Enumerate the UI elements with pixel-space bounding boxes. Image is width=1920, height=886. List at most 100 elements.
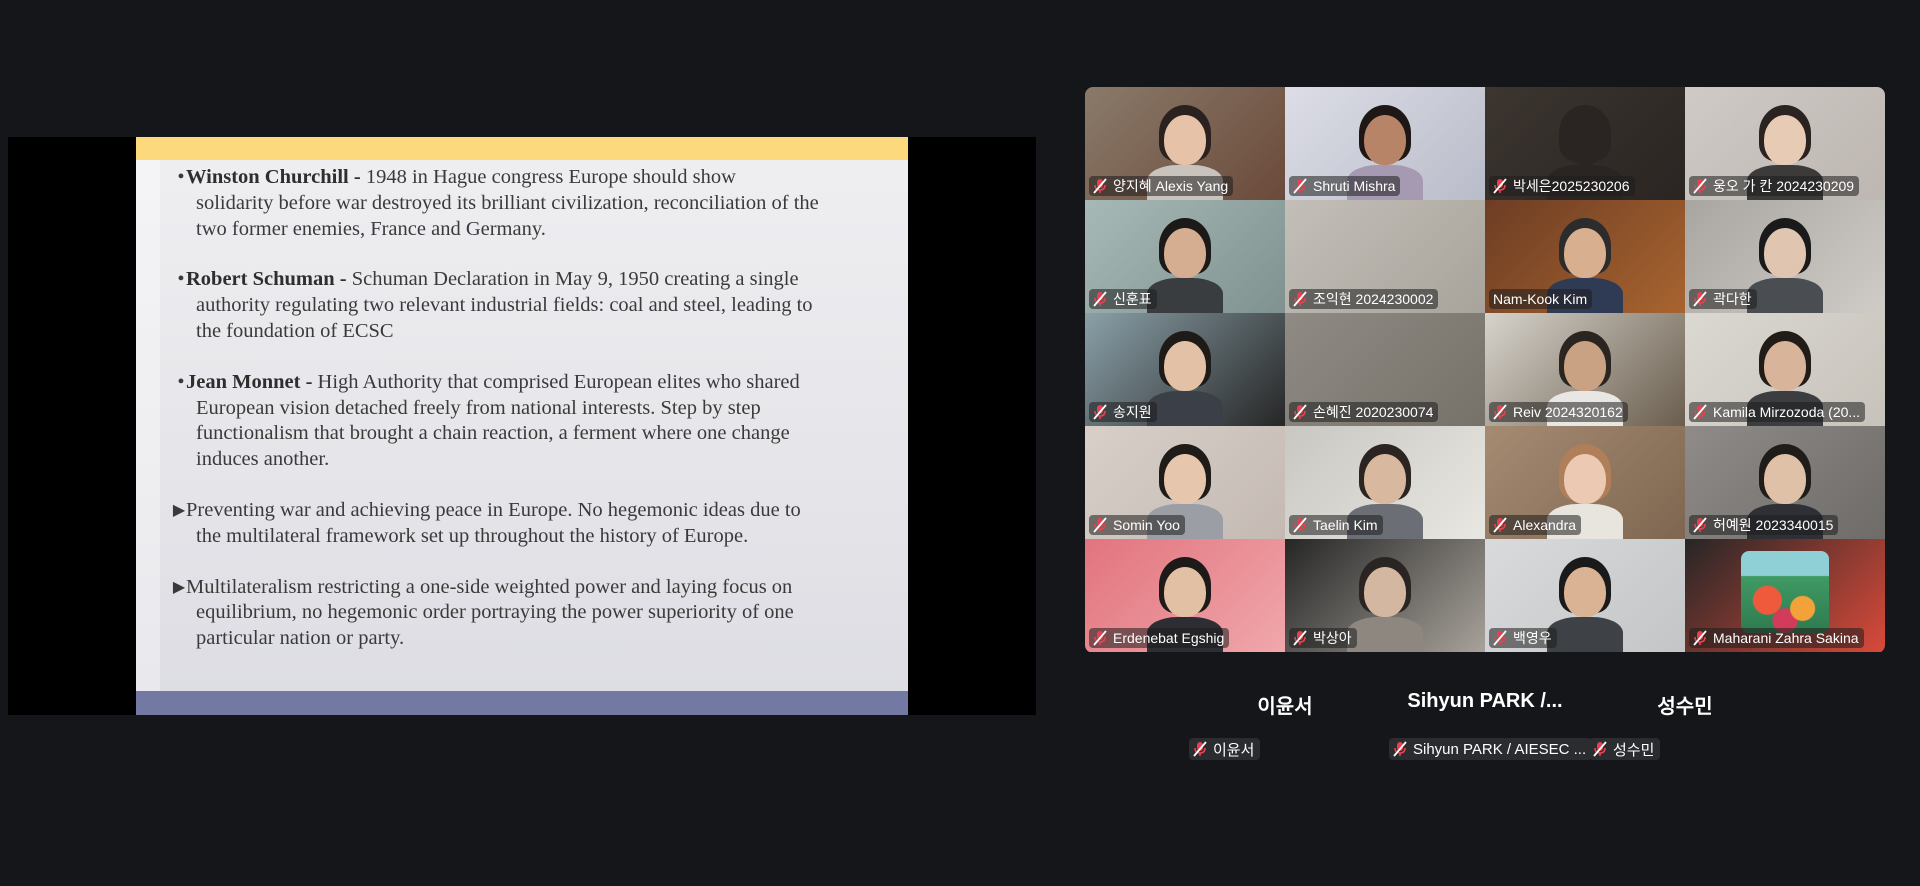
participant-nameplate: 양지혜 Alexis Yang bbox=[1089, 176, 1234, 196]
participant-name: 허예원 2023340015 bbox=[1713, 517, 1834, 533]
participant-name: 손혜진 2020230074 bbox=[1313, 404, 1434, 420]
dot-bullet-icon: • bbox=[177, 166, 185, 188]
slide-bullet: ▶ Multilateralism restricting a one-side … bbox=[156, 575, 900, 652]
participant-video-tile[interactable]: 손혜진 2020230074 bbox=[1285, 313, 1485, 426]
audio-tag-label: 이윤서 bbox=[1213, 741, 1255, 759]
slide-text-line: Multilateralism restricting a one-side w… bbox=[186, 575, 793, 598]
participant-nameplate: Alexandra bbox=[1489, 515, 1582, 535]
participant-nameplate: Nam-Kook Kim bbox=[1489, 289, 1593, 309]
audio-tag-label: Sihyun PARK / AIESEC ... bbox=[1413, 740, 1587, 758]
slide-bullet-rest: Schuman Declaration in May 9, 1950 creat… bbox=[346, 268, 799, 291]
participant-name: 곽다한 bbox=[1713, 291, 1752, 307]
dot-bullet-icon: • bbox=[177, 268, 185, 291]
participant-name: 조익현 2024230002 bbox=[1313, 291, 1434, 307]
participant-name: 박상아 bbox=[1313, 630, 1352, 646]
participant-name: 양지혜 Alexis Yang bbox=[1113, 178, 1229, 194]
slide-bullet-rest: 1948 in Hague congress Europe should sho… bbox=[360, 166, 736, 188]
audio-participant-tag[interactable]: 이윤서 bbox=[1189, 738, 1261, 760]
mic-muted-icon bbox=[1093, 404, 1107, 420]
participant-video-tile[interactable]: 신훈표 bbox=[1085, 200, 1285, 313]
participant-video-tile[interactable]: Erdenebat Egshig bbox=[1085, 539, 1285, 652]
slide-text-line: Jean Monnet - High Authority that compri… bbox=[186, 370, 900, 396]
participant-nameplate: 웅오 가 칸 2024230209 bbox=[1689, 176, 1860, 196]
participant-video-tile[interactable]: 박상아 bbox=[1285, 539, 1485, 652]
slide-bullet-lead: Jean Monnet - bbox=[186, 370, 313, 393]
participant-video-tile[interactable]: 허예원 2023340015 bbox=[1685, 426, 1885, 539]
participant-name: Taelin Kim bbox=[1313, 517, 1378, 533]
participant-video-tile[interactable]: 웅오 가 칸 2024230209 bbox=[1685, 87, 1885, 200]
participant-name: Erdenebat Egshig bbox=[1113, 630, 1225, 646]
participant-nameplate: Shruti Mishra bbox=[1289, 176, 1401, 196]
slide-bullet: • Winston Churchill - 1948 in Hague congr… bbox=[156, 165, 900, 242]
profile-picture bbox=[1741, 551, 1829, 633]
mic-muted-icon bbox=[1293, 291, 1307, 307]
participant-nameplate: 곽다한 bbox=[1689, 289, 1757, 309]
slide-bullet-lead: Robert Schuman - bbox=[186, 268, 347, 291]
participant-name: Reiv 2024320162 bbox=[1513, 404, 1623, 420]
slide-bullet-lead: Winston Churchill - bbox=[186, 166, 361, 188]
audio-participant-name: 이윤서 bbox=[1257, 696, 1313, 718]
participant-video-tile[interactable]: Kamila Mirzozoda (20... bbox=[1685, 313, 1885, 426]
mic-muted-icon bbox=[1093, 178, 1107, 194]
participant-video-tile[interactable]: 곽다한 bbox=[1685, 200, 1885, 313]
audio-participant-tag[interactable]: 성수민 bbox=[1589, 738, 1661, 760]
mic-muted-icon bbox=[1593, 741, 1607, 757]
participant-name: Maharani Zahra Sakina bbox=[1713, 630, 1859, 646]
participant-name: 백영우 bbox=[1513, 630, 1552, 646]
shared-screen: • Winston Churchill - 1948 in Hague congr… bbox=[8, 137, 1036, 715]
audio-participant-name: Sihyun PARK /... bbox=[1407, 690, 1563, 712]
participant-video-tile[interactable]: Maharani Zahra Sakina bbox=[1685, 539, 1885, 652]
participant-video-tile[interactable]: Somin Yoo bbox=[1085, 426, 1285, 539]
slide-bottom-band bbox=[136, 691, 908, 715]
slide-bullet-rest: High Authority that comprised European e… bbox=[312, 370, 800, 393]
slide-text-line: authority regulating two relevant indust… bbox=[196, 294, 813, 317]
audio-participant-tag[interactable]: Sihyun PARK / AIESEC ... bbox=[1389, 738, 1593, 760]
participant-nameplate: 송지원 bbox=[1089, 402, 1157, 422]
participant-silhouette bbox=[1545, 557, 1625, 652]
participant-video-tile[interactable]: 백영우 bbox=[1485, 539, 1685, 652]
participant-silhouette bbox=[1745, 218, 1825, 313]
participant-video-tile[interactable]: Alexandra bbox=[1485, 426, 1685, 539]
participant-video-tile[interactable]: 조익현 2024230002 bbox=[1285, 200, 1485, 313]
participant-silhouette bbox=[1145, 331, 1225, 426]
participant-video-tile[interactable]: 양지혜 Alexis Yang bbox=[1085, 87, 1285, 200]
slide-text-line: Winston Churchill - 1948 in Hague congre… bbox=[186, 165, 900, 191]
participant-name: Shruti Mishra bbox=[1313, 178, 1396, 194]
mic-muted-icon bbox=[1093, 291, 1107, 307]
participant-nameplate: Somin Yoo bbox=[1089, 515, 1185, 535]
mic-muted-icon bbox=[1493, 178, 1507, 194]
mic-muted-icon bbox=[1293, 630, 1307, 646]
participant-name: 웅오 가 칸 2024230209 bbox=[1713, 178, 1855, 194]
mic-muted-icon bbox=[1293, 178, 1307, 194]
participant-nameplate: Maharani Zahra Sakina bbox=[1689, 628, 1864, 648]
mic-muted-icon bbox=[1293, 517, 1307, 533]
slide-text-line: the multilateral framework set up throug… bbox=[196, 524, 749, 547]
slide-bullet: • Jean Monnet - High Authority that compr… bbox=[156, 370, 900, 473]
slide-bullet: ▶ Preventing war and achieving peace in E… bbox=[156, 498, 900, 550]
participant-video-tile[interactable]: Nam-Kook Kim bbox=[1485, 200, 1685, 313]
participant-silhouette bbox=[1145, 218, 1225, 313]
slide-top-band bbox=[136, 137, 908, 160]
participant-nameplate: 박상아 bbox=[1289, 628, 1357, 648]
participant-name: 송지원 bbox=[1113, 404, 1152, 420]
slide-text-line: induces another. bbox=[196, 448, 330, 471]
slide-text-line: particular nation or party. bbox=[196, 627, 405, 650]
participant-nameplate: Reiv 2024320162 bbox=[1489, 402, 1628, 422]
slide-text-line: equilibrium, no hegemonic order portrayi… bbox=[196, 601, 794, 624]
participant-silhouette bbox=[1345, 557, 1425, 652]
mic-muted-icon bbox=[1093, 630, 1107, 646]
participant-nameplate: Kamila Mirzozoda (20... bbox=[1689, 402, 1866, 422]
participant-video-tile[interactable]: Reiv 2024320162 bbox=[1485, 313, 1685, 426]
slide-text-line: European vision detached freely from nat… bbox=[196, 396, 761, 419]
participant-video-tile[interactable]: Shruti Mishra bbox=[1285, 87, 1485, 200]
mic-muted-icon bbox=[1393, 741, 1407, 757]
slide-text-line: Preventing war and achieving peace in Eu… bbox=[186, 498, 801, 521]
audio-participant-name: 성수민 bbox=[1657, 696, 1713, 718]
mic-muted-icon bbox=[1493, 404, 1507, 420]
mic-muted-icon bbox=[1693, 178, 1707, 194]
mic-muted-icon bbox=[1093, 517, 1107, 533]
participant-video-tile[interactable]: 송지원 bbox=[1085, 313, 1285, 426]
participant-video-tile[interactable]: 박세은2025230206 bbox=[1485, 87, 1685, 200]
participant-video-tile[interactable]: Taelin Kim bbox=[1285, 426, 1485, 539]
slide-text-line: the foundation of ECSC bbox=[196, 319, 394, 342]
